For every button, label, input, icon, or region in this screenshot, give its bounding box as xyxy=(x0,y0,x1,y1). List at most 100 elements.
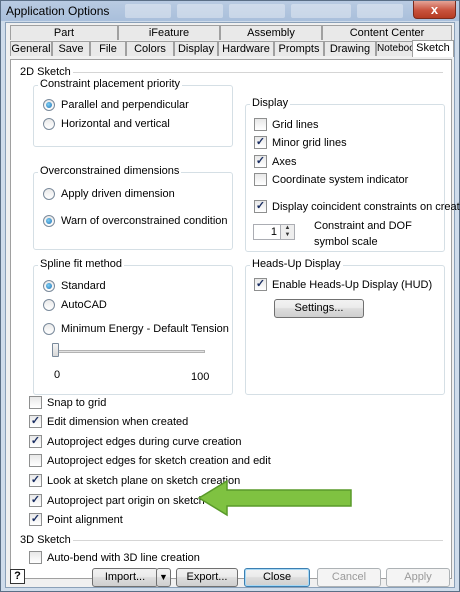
dof-scale-input[interactable]: 1 xyxy=(253,224,281,240)
checkbox-axes[interactable]: ✓ Axes xyxy=(254,155,442,169)
checkbox-label: Edit dimension when created xyxy=(47,416,189,428)
slider-max-label: 100 xyxy=(191,371,210,383)
tab-part[interactable]: Part xyxy=(10,25,118,40)
checkbox-minor-grid-lines[interactable]: ✓ Minor grid lines xyxy=(254,136,442,150)
checkbox-autoproject-curve[interactable]: ✓ Autoproject edges during curve creatio… xyxy=(29,435,329,449)
hud-group: Heads-Up Display ✓ Enable Heads-Up Displ… xyxy=(245,258,445,395)
radio-icon[interactable] xyxy=(43,188,55,200)
radio-label: Warn of overconstrained condition xyxy=(61,215,228,227)
checkbox-label: Grid lines xyxy=(272,119,319,131)
radio-apply-driven[interactable]: Apply driven dimension xyxy=(43,187,228,201)
radio-horizontal-vertical[interactable]: Horizontal and vertical xyxy=(43,117,228,131)
radio-warn-overconstrained[interactable]: Warn of overconstrained condition xyxy=(43,214,228,228)
radio-icon[interactable] xyxy=(43,299,55,311)
checkbox-icon[interactable] xyxy=(254,118,267,131)
tab-save[interactable]: Save xyxy=(52,41,90,56)
spline-fit-group: Spline fit method Standard AutoCAD Minim… xyxy=(33,258,233,395)
radio-label: Minimum Energy - Default Tension xyxy=(61,323,229,335)
apply-button[interactable]: Apply xyxy=(386,568,450,587)
tab-hardware[interactable]: Hardware xyxy=(218,41,274,56)
checkbox-label: Snap to grid xyxy=(47,397,107,409)
hud-settings-button[interactable]: Settings... xyxy=(274,299,364,318)
checkbox-label: Enable Heads-Up Display (HUD) xyxy=(272,279,433,291)
separator xyxy=(73,72,443,73)
dialog-client: Part iFeature Assembly Content Center Ge… xyxy=(5,22,460,588)
tab-colors[interactable]: Colors xyxy=(126,41,174,56)
spin-up-icon[interactable]: ▲ xyxy=(281,225,294,232)
dof-scale-spinner[interactable]: ▲ ▼ xyxy=(281,224,295,240)
slider-min-label: 0 xyxy=(54,369,61,381)
checkmark-icon[interactable]: ✓ xyxy=(254,155,267,168)
radio-selected-icon[interactable] xyxy=(43,280,55,292)
checkbox-icon[interactable] xyxy=(29,454,42,467)
checkbox-label: Axes xyxy=(272,156,297,168)
checkbox-autoproject-sketch[interactable]: Autoproject edges for sketch creation an… xyxy=(29,454,329,468)
annotation-arrow-icon xyxy=(197,479,352,517)
checkmark-icon[interactable]: ✓ xyxy=(29,494,42,507)
close-button[interactable]: Close xyxy=(244,568,310,587)
radio-autocad[interactable]: AutoCAD xyxy=(43,298,228,312)
section-heading-2d-sketch: 2D Sketch xyxy=(20,66,71,78)
import-dropdown-icon[interactable]: ▼ xyxy=(156,568,171,587)
tab-assembly[interactable]: Assembly xyxy=(220,25,322,40)
checkmark-icon[interactable]: ✓ xyxy=(254,278,267,291)
radio-label: Horizontal and vertical xyxy=(61,118,170,130)
checkbox-enable-hud[interactable]: ✓ Enable Heads-Up Display (HUD) xyxy=(254,278,442,292)
checkbox-grid-lines[interactable]: Grid lines xyxy=(254,118,442,132)
tension-slider-track[interactable] xyxy=(53,350,205,353)
checkmark-icon[interactable]: ✓ xyxy=(254,136,267,149)
radio-selected-icon[interactable] xyxy=(43,99,55,111)
checkbox-label: Autoproject edges for sketch creation an… xyxy=(47,455,271,467)
checkmark-icon[interactable]: ✓ xyxy=(29,513,42,526)
window-close-button[interactable]: x xyxy=(413,1,456,19)
cancel-button[interactable]: Cancel xyxy=(317,568,381,587)
checkbox-edit-dimension[interactable]: ✓ Edit dimension when created xyxy=(29,415,329,429)
tab-sketch[interactable]: Sketch xyxy=(412,40,454,57)
constraint-placement-title: Constraint placement priority xyxy=(38,78,183,90)
window-title: Application Options xyxy=(6,4,110,18)
blurred-title-tab xyxy=(177,4,223,18)
checkbox-icon[interactable] xyxy=(254,173,267,186)
checkbox-label: Coordinate system indicator xyxy=(272,174,409,186)
tension-slider-thumb[interactable] xyxy=(52,343,59,357)
spin-down-icon[interactable]: ▼ xyxy=(281,232,294,239)
tab-display[interactable]: Display xyxy=(174,41,218,56)
radio-icon[interactable] xyxy=(43,323,55,335)
radio-parallel-perpendicular[interactable]: Parallel and perpendicular xyxy=(43,98,228,112)
tab-ifeature[interactable]: iFeature xyxy=(118,25,220,40)
radio-icon[interactable] xyxy=(43,118,55,130)
checkmark-icon[interactable]: ✓ xyxy=(29,474,42,487)
radio-label: Apply driven dimension xyxy=(61,188,175,200)
checkbox-snap-to-grid[interactable]: Snap to grid xyxy=(29,396,329,410)
tab-general[interactable]: General xyxy=(10,41,52,56)
export-button[interactable]: Export... xyxy=(176,568,238,587)
overconstrained-title: Overconstrained dimensions xyxy=(38,165,182,177)
import-button[interactable]: Import... xyxy=(92,568,158,587)
spline-fit-title: Spline fit method xyxy=(38,258,124,270)
dof-scale-label-2: symbol scale xyxy=(314,236,378,248)
checkbox-icon[interactable] xyxy=(29,396,42,409)
radio-minimum-energy[interactable]: Minimum Energy - Default Tension xyxy=(43,322,229,336)
checkbox-label: Auto-bend with 3D line creation xyxy=(47,552,200,564)
tab-prompts[interactable]: Prompts xyxy=(274,41,324,56)
tab-drawing[interactable]: Drawing xyxy=(324,41,376,56)
title-bar[interactable]: Application Options x xyxy=(1,1,459,21)
tab-content-center[interactable]: Content Center xyxy=(322,25,452,40)
checkmark-icon[interactable]: ✓ xyxy=(254,200,267,213)
section-heading-3d-sketch: 3D Sketch xyxy=(20,534,71,546)
radio-standard[interactable]: Standard xyxy=(43,279,228,293)
blurred-title-tab xyxy=(125,4,171,18)
checkbox-coordinate-indicator[interactable]: Coordinate system indicator xyxy=(254,173,442,187)
radio-label: Parallel and perpendicular xyxy=(61,99,189,111)
tab-notebook[interactable]: Notebook xyxy=(376,41,420,56)
blurred-title-tab xyxy=(229,4,285,18)
checkmark-icon[interactable]: ✓ xyxy=(29,435,42,448)
checkmark-icon[interactable]: ✓ xyxy=(29,415,42,428)
checkbox-auto-bend[interactable]: Auto-bend with 3D line creation xyxy=(29,551,329,565)
constraint-placement-group: Constraint placement priority Parallel a… xyxy=(33,78,233,147)
checkbox-coincident-constraints[interactable]: ✓ Display coincident constraints on crea… xyxy=(254,200,460,214)
radio-selected-icon[interactable] xyxy=(43,215,55,227)
help-icon[interactable]: ? xyxy=(10,569,25,584)
tab-file[interactable]: File xyxy=(90,41,126,56)
checkbox-icon[interactable] xyxy=(29,551,42,564)
